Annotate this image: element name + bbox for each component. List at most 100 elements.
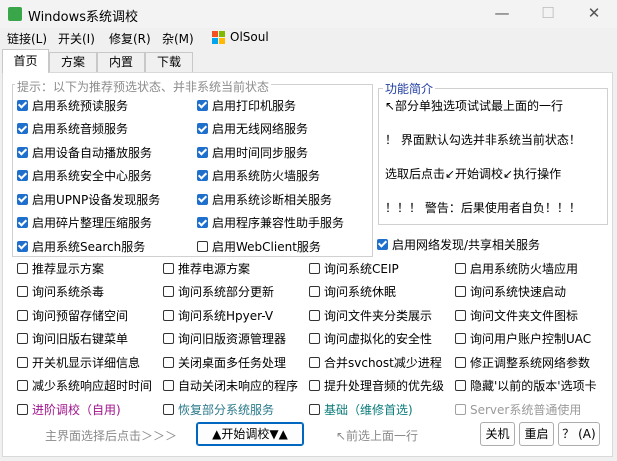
checkbox-icon[interactable] <box>163 380 174 391</box>
checkbox-icon[interactable] <box>163 309 174 321</box>
option-security-center-service[interactable]: 启用系统安全中心服务 <box>17 167 160 185</box>
restart-button[interactable]: 重启 <box>519 422 554 446</box>
option-diagnostics-service[interactable]: 启用系统诊断相关服务 <box>197 190 344 208</box>
checkbox-icon[interactable] <box>455 356 466 368</box>
menu-repair[interactable]: 修复(R) <box>109 30 151 47</box>
grid-option[interactable]: 询问系统部分更新 <box>163 283 309 301</box>
grid-option[interactable]: 提升处理音频的优先级 <box>309 377 455 395</box>
checkbox-icon[interactable] <box>17 333 28 344</box>
checkbox-icon[interactable] <box>377 238 388 250</box>
checkbox-icon[interactable] <box>17 380 28 391</box>
checkbox-icon[interactable] <box>17 123 28 134</box>
option-webclient-service[interactable]: 启用WebClient服务 <box>197 237 344 255</box>
checkbox-icon[interactable] <box>17 99 28 111</box>
checkbox-icon[interactable] <box>197 217 208 228</box>
checkbox-icon[interactable] <box>163 262 174 274</box>
tab-download[interactable]: 下载 <box>145 52 193 72</box>
menu-misc[interactable]: 杂(M) <box>162 30 194 47</box>
help-button[interactable]: ？ (A) <box>558 422 600 446</box>
minimize-icon[interactable]: — <box>479 0 525 28</box>
option-autoplay-service[interactable]: 启用设备自动播放服务 <box>17 143 160 161</box>
grid-option[interactable]: 开关机显示详细信息 <box>17 353 163 371</box>
checkbox-icon[interactable] <box>17 309 28 321</box>
checkbox-icon[interactable] <box>455 333 466 344</box>
checkbox-icon[interactable] <box>197 146 208 158</box>
checkbox-icon[interactable] <box>309 403 320 415</box>
grid-option[interactable]: 推荐电源方案 <box>163 259 309 277</box>
option-compat-assistant-service[interactable]: 启用程序兼容性助手服务 <box>197 214 344 232</box>
grid-option[interactable]: 合并svchost减少进程 <box>309 353 455 371</box>
menu-olsoul[interactable]: OlSoul <box>230 30 269 44</box>
checkbox-icon[interactable] <box>309 333 320 344</box>
option-firewall-service[interactable]: 启用系统防火墙服务 <box>197 167 344 185</box>
option-audio-service[interactable]: 启用系统音频服务 <box>17 120 160 138</box>
grid-option[interactable]: 询问系统杀毒 <box>17 283 163 301</box>
checkbox-icon[interactable] <box>455 380 466 391</box>
checkbox-icon[interactable] <box>17 240 28 252</box>
checkbox-icon[interactable] <box>163 286 174 297</box>
menu-switch[interactable]: 开关(I) <box>58 30 95 47</box>
checkbox-icon[interactable] <box>197 240 208 252</box>
grid-option[interactable]: 询问虚拟化的安全性 <box>309 330 455 348</box>
grid-option[interactable]: 关闭桌面多任务处理 <box>163 353 309 371</box>
grid-option[interactable]: 推荐显示方案 <box>17 259 163 277</box>
checkbox-icon[interactable] <box>455 286 466 297</box>
checkbox-icon[interactable] <box>17 217 28 228</box>
option-upnp-service[interactable]: 启用UPNP设备发现服务 <box>17 190 160 208</box>
tab-home[interactable]: 首页 <box>2 49 49 73</box>
start-tuning-button[interactable]: ▲开始调校▼▲ <box>196 422 304 446</box>
checkbox-icon[interactable] <box>17 262 28 274</box>
checkbox-icon[interactable] <box>197 123 208 134</box>
checkbox-icon[interactable] <box>17 403 28 415</box>
checkbox-icon[interactable] <box>197 170 208 181</box>
checkbox-icon[interactable] <box>309 262 320 274</box>
checkbox-icon[interactable] <box>163 356 174 368</box>
option-defrag-service[interactable]: 启用碎片整理压缩服务 <box>17 214 160 232</box>
checkbox-icon[interactable] <box>163 333 174 344</box>
checkbox-icon[interactable] <box>309 380 320 391</box>
grid-option[interactable]: 修正调整系统网络参数 <box>455 353 601 371</box>
grid-option[interactable]: 隐藏'以前的版本'选项卡 <box>455 377 601 395</box>
checkbox-icon[interactable] <box>17 170 28 181</box>
grid-option[interactable]: 询问旧版右键菜单 <box>17 330 163 348</box>
grid-option[interactable]: 询问文件夹分类展示 <box>309 306 455 324</box>
checkbox-icon[interactable] <box>309 356 320 368</box>
tab-builtin[interactable]: 内置 <box>97 52 145 72</box>
checkbox-icon[interactable] <box>17 356 28 368</box>
checkbox-icon[interactable] <box>455 262 466 274</box>
option-network-discovery-service[interactable]: 启用网络发现/共享相关服务 <box>377 235 540 253</box>
checkbox-icon[interactable] <box>197 99 208 111</box>
menu-links[interactable]: 链接(L) <box>7 30 47 47</box>
preset-restore-services[interactable]: 恢复部分系统服务 <box>163 400 309 418</box>
checkbox-icon[interactable] <box>17 193 28 205</box>
option-search-service[interactable]: 启用系统Search服务 <box>17 237 160 255</box>
preset-basic[interactable]: 基础（维修首选) <box>309 400 455 418</box>
checkbox-icon[interactable] <box>17 286 28 297</box>
checkbox-icon[interactable] <box>309 309 320 321</box>
grid-option[interactable]: 询问用户账户控制UAC <box>455 330 601 348</box>
grid-option[interactable]: 询问旧版资源管理器 <box>163 330 309 348</box>
preset-advanced[interactable]: 进阶调校（自用) <box>17 400 163 418</box>
grid-option[interactable]: 询问系统快速启动 <box>455 283 601 301</box>
checkbox-icon[interactable] <box>309 286 320 297</box>
option-time-sync-service[interactable]: 启用时间同步服务 <box>197 143 344 161</box>
grid-option[interactable]: 询问系统CEIP <box>309 259 455 277</box>
shutdown-button[interactable]: 关机 <box>480 422 515 446</box>
checkbox-icon[interactable] <box>197 193 208 205</box>
option-prefetch-service[interactable]: 启用系统预读服务 <box>17 96 160 114</box>
option-wireless-service[interactable]: 启用无线网络服务 <box>197 120 344 138</box>
option-printer-service[interactable]: 启用打印机服务 <box>197 96 344 114</box>
checkbox-icon[interactable] <box>163 403 174 415</box>
grid-option[interactable]: 自动关闭未响应的程序 <box>163 377 309 395</box>
checkbox-icon[interactable] <box>17 146 28 158</box>
grid-option[interactable]: 询问系统休眠 <box>309 283 455 301</box>
close-icon[interactable]: ✕ <box>571 0 617 28</box>
hint-legend: 提示：以下为推荐预选状态、并非系统当前状态 <box>15 78 272 95</box>
grid-option[interactable]: 启用系统防火墙应用 <box>455 259 601 277</box>
checkbox-icon[interactable] <box>455 309 466 321</box>
grid-option[interactable]: 询问文件夹文件图标 <box>455 306 601 324</box>
grid-option[interactable]: 询问系统Hpyer-V <box>163 306 309 324</box>
tab-schemes[interactable]: 方案 <box>49 52 97 72</box>
grid-option[interactable]: 减少系统响应超时时间 <box>17 377 163 395</box>
grid-option[interactable]: 询问预留存储空间 <box>17 306 163 324</box>
